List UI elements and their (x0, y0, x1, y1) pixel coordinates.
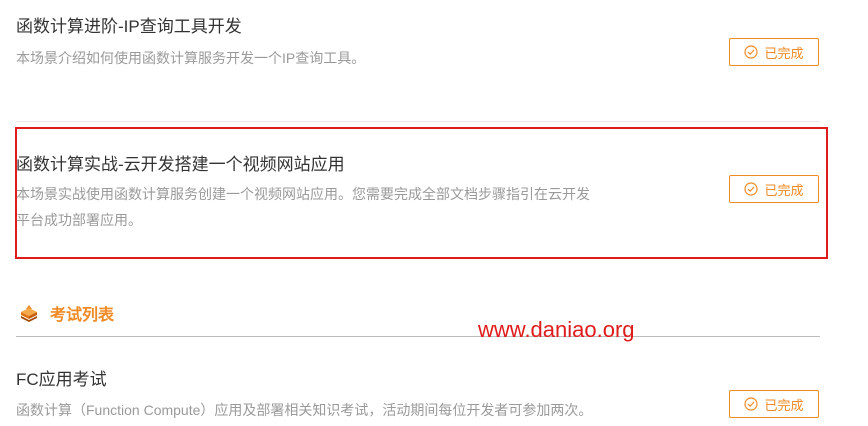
exam-description: 函数计算（Function Compute）应用及部署相关知识考试，活动期间每位… (16, 402, 593, 418)
scenario-description: 本场景介绍如何使用函数计算服务开发一个IP查询工具。 (16, 50, 366, 66)
watermark: www.daniao.org (478, 317, 635, 342)
check-circle-icon (744, 182, 759, 196)
completed-button[interactable]: 已完成 (729, 38, 819, 66)
scenario-description-line2: 平台成功部署应用。 (16, 212, 142, 228)
completed-button[interactable]: 已完成 (729, 175, 819, 203)
exam-stack-icon (21, 305, 37, 322)
scenario-title[interactable]: 函数计算进阶-IP查询工具开发 (16, 12, 242, 37)
status-label: 已完成 (764, 397, 804, 413)
check-circle-icon (744, 45, 759, 59)
exam-item-fc: FC应用考试 函数计算（Function Compute）应用及部署相关知识考试… (16, 350, 820, 426)
section-divider (16, 336, 820, 337)
item-divider (16, 121, 820, 122)
completed-button[interactable]: 已完成 (729, 390, 819, 418)
scenario-description: 本场景实战使用函数计算服务创建一个视频网站应用。您需要完成全部文档步骤指引在云开… (16, 186, 590, 202)
status-label: 已完成 (764, 45, 804, 61)
exam-section-header: 考试列表 (18, 301, 114, 325)
status-label: 已完成 (764, 182, 804, 198)
section-title: 考试列表 (50, 307, 115, 324)
scenario-item-video-site: 函数计算实战-云开发搭建一个视频网站应用 本场景实战使用函数计算服务创建一个视频… (16, 130, 820, 250)
check-circle-icon (744, 397, 759, 411)
scenario-title[interactable]: 函数计算实战-云开发搭建一个视频网站应用 (16, 150, 345, 175)
scenario-item-ip-tool: 函数计算进阶-IP查询工具开发 本场景介绍如何使用函数计算服务开发一个IP查询工… (16, 0, 820, 110)
exam-title[interactable]: FC应用考试 (16, 365, 107, 390)
